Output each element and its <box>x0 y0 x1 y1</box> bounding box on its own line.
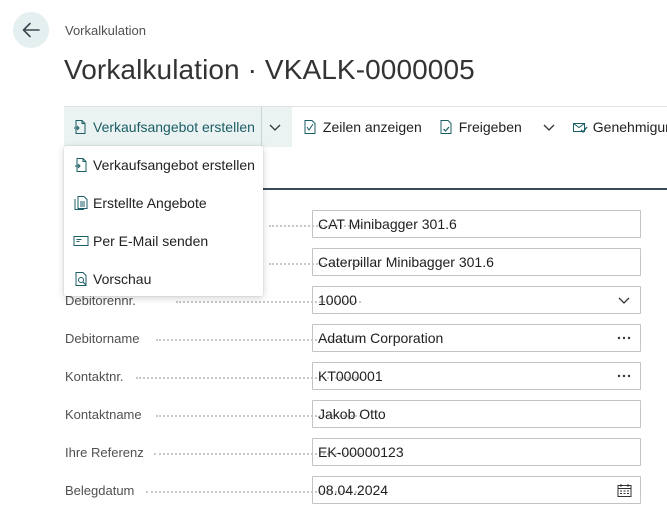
field-contact-name: Kontaktname Jakob Otto <box>64 400 641 428</box>
customer-name-label: Debitorname <box>65 331 140 346</box>
release-icon <box>438 119 454 135</box>
show-lines-label: Zeilen anzeigen <box>322 118 422 135</box>
create-quote-menu: Verkaufsangebot erstellen Erstellte Ange… <box>64 146 263 296</box>
field-customer-name: Debitorname Adatum Corporation <box>64 324 641 352</box>
document-lines-icon <box>302 119 318 135</box>
field-document-date: Belegdatum 08.04.2024 <box>64 476 641 504</box>
create-quote-dropdown-toggle[interactable] <box>260 106 292 147</box>
create-quote-label: Verkaufsangebot erstellen <box>93 118 255 135</box>
documents-list-icon <box>73 195 89 211</box>
approval-icon <box>572 119 588 135</box>
menu-item-create-quote[interactable]: Verkaufsangebot erstellen <box>64 147 263 183</box>
chevron-down-icon <box>269 124 281 131</box>
more-options-icon[interactable] <box>613 374 635 378</box>
preview-icon <box>73 271 89 287</box>
page-title: Vorkalkulation · VKALK-0000005 <box>64 54 475 85</box>
your-reference-input[interactable]: EK-00000123 <box>312 438 641 466</box>
contact-no-label: Kontaktnr. <box>65 369 124 384</box>
customer-no-select[interactable]: 10000 <box>312 286 641 314</box>
customer-name-input[interactable]: Adatum Corporation <box>312 324 641 352</box>
document-date-input[interactable]: 08.04.2024 <box>312 476 641 504</box>
release-label: Freigeben <box>458 118 522 135</box>
approval-label: Genehmigung <box>592 118 667 135</box>
contact-no-input[interactable]: KT000001 <box>312 362 641 390</box>
arrow-left-icon <box>22 22 40 38</box>
create-quote-button[interactable]: Verkaufsangebot erstellen <box>64 106 261 147</box>
document-date-label: Belegdatum <box>65 483 135 498</box>
description2-input[interactable]: Caterpillar Minibagger 301.6 <box>312 248 641 276</box>
field-your-reference: Ihre Referenz EK-00000123 <box>64 438 641 466</box>
more-options-icon[interactable] <box>613 336 635 340</box>
menu-item-created-quotes[interactable]: Erstellte Angebote <box>64 185 263 221</box>
show-lines-button[interactable]: Zeilen anzeigen <box>292 107 430 147</box>
action-bar: Verkaufsangebot erstellen Zeilen anzeige… <box>64 106 667 147</box>
breadcrumb: Vorkalkulation <box>65 23 146 38</box>
calendar-icon[interactable] <box>613 483 635 498</box>
contact-name-label: Kontaktname <box>65 407 142 422</box>
chevron-down-icon[interactable] <box>613 293 635 307</box>
approval-button[interactable]: Genehmigung <box>564 107 667 147</box>
description-input[interactable]: CAT Minibagger 301.6 <box>312 210 641 238</box>
create-document-icon <box>72 119 88 135</box>
email-icon <box>73 233 89 249</box>
chevron-down-icon <box>543 124 555 131</box>
menu-item-preview[interactable]: Vorschau <box>64 261 263 297</box>
your-reference-label: Ihre Referenz <box>65 445 144 460</box>
release-dropdown-toggle[interactable] <box>534 107 564 147</box>
contact-name-input[interactable]: Jakob Otto <box>312 400 641 428</box>
menu-item-send-email[interactable]: Per E-Mail senden <box>64 223 263 259</box>
back-button[interactable] <box>13 12 49 48</box>
release-button[interactable]: Freigeben <box>430 107 530 147</box>
field-contact-no: Kontaktnr. KT000001 <box>64 362 641 390</box>
create-document-icon <box>73 157 89 173</box>
